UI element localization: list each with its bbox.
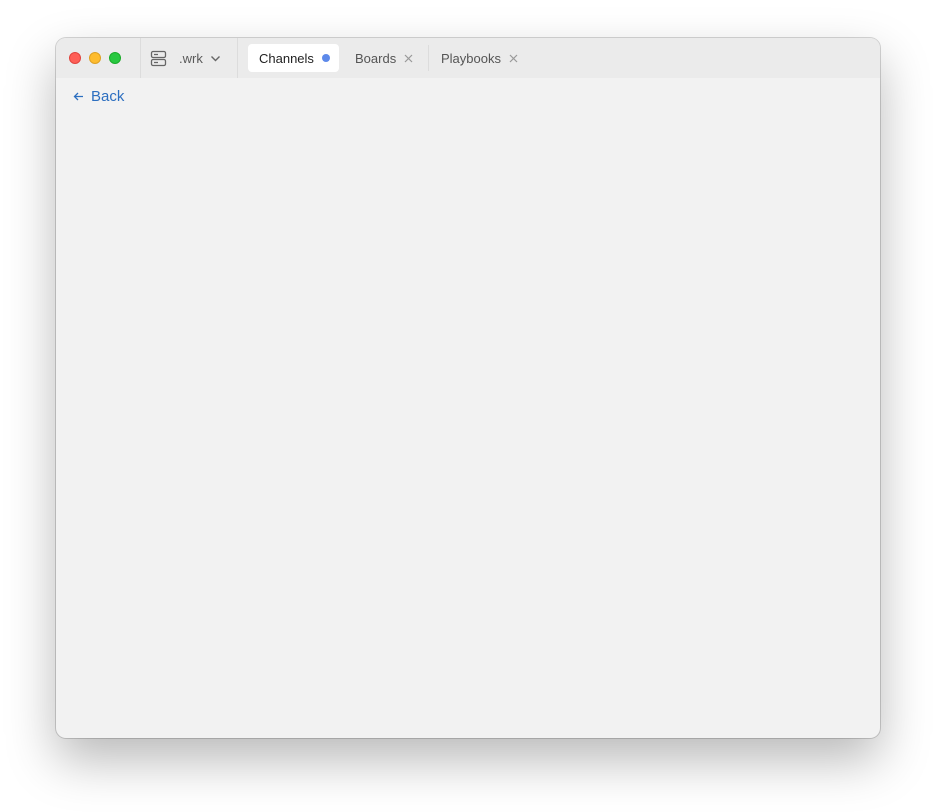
arrow-left-icon bbox=[73, 92, 83, 101]
titlebar-divider bbox=[140, 38, 141, 78]
back-label: Back bbox=[91, 88, 125, 105]
close-window-button[interactable] bbox=[69, 52, 81, 64]
minimize-window-button[interactable] bbox=[89, 52, 101, 64]
back-link[interactable]: Back bbox=[73, 88, 124, 105]
tab-boards[interactable]: Boards bbox=[355, 44, 413, 72]
close-icon[interactable] bbox=[404, 54, 413, 63]
close-icon[interactable] bbox=[509, 54, 518, 63]
tab-label: Boards bbox=[355, 50, 397, 66]
maximize-window-button[interactable] bbox=[109, 52, 121, 64]
tab-playbooks[interactable]: Playbooks bbox=[441, 44, 518, 72]
tab-divider bbox=[428, 45, 429, 71]
tab-label: Channels bbox=[259, 50, 314, 66]
tab-channels[interactable]: Channels bbox=[248, 44, 339, 72]
app-window: .wrk Channels Boards Playbooks Back bbox=[56, 38, 880, 738]
title-bar: .wrk Channels Boards Playbooks bbox=[56, 38, 880, 78]
chevron-down-icon bbox=[210, 55, 220, 61]
titlebar-divider bbox=[237, 38, 238, 78]
unread-indicator bbox=[321, 54, 330, 62]
tab-label: Playbooks bbox=[441, 50, 501, 66]
server-switcher[interactable]: .wrk bbox=[150, 48, 221, 68]
server-icon bbox=[150, 50, 167, 66]
server-name: .wrk bbox=[179, 50, 203, 66]
